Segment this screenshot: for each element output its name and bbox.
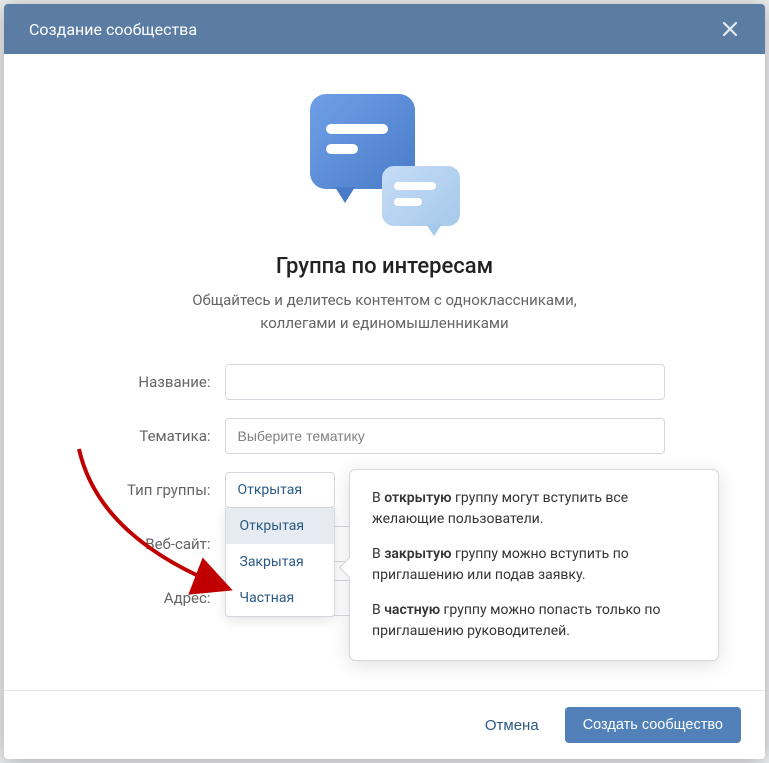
tooltip-closed: В закрытую группу можно вступить по приг… (372, 544, 696, 586)
hero: Группа по интересам Общайтесь и делитесь… (34, 94, 735, 334)
tooltip-open: В открытую группу могут вступить все жел… (372, 488, 696, 530)
type-tooltip: В открытую группу могут вступить все жел… (349, 469, 719, 661)
topic-select[interactable] (225, 418, 665, 454)
tooltip-private: В частную группу можно попасть только по… (372, 600, 696, 642)
type-label: Тип группы: (105, 481, 225, 499)
close-icon (722, 21, 738, 37)
modal-footer: Отмена Создать сообщество (4, 690, 765, 759)
row-name: Название: (105, 364, 665, 400)
type-dropdown: Открытая Закрытая Частная (225, 508, 335, 617)
name-label: Название: (105, 373, 225, 391)
type-selected-value: Открытая (238, 482, 303, 498)
close-button[interactable] (720, 19, 740, 39)
modal-title: Создание сообщества (29, 20, 197, 39)
type-select[interactable]: Открытая (225, 472, 335, 508)
website-label: Веб-сайт: (105, 535, 225, 553)
hero-subtitle: Общайтесь и делитесь контентом с однокла… (165, 289, 605, 334)
modal-body: Группа по интересам Общайтесь и делитесь… (4, 54, 765, 690)
address-label: Адрес: (105, 589, 225, 607)
type-option-open[interactable]: Открытая (226, 508, 334, 544)
hero-title: Группа по интересам (34, 254, 735, 279)
type-option-closed[interactable]: Закрытая (226, 544, 334, 580)
row-topic: Тематика: (105, 418, 665, 454)
topic-label: Тематика: (105, 427, 225, 445)
type-option-private[interactable]: Частная (226, 580, 334, 616)
cancel-button[interactable]: Отмена (473, 709, 551, 742)
modal-header: Создание сообщества (4, 4, 765, 54)
chat-bubbles-icon (310, 94, 460, 234)
name-input[interactable] (225, 364, 665, 400)
submit-button[interactable]: Создать сообщество (565, 707, 741, 743)
create-community-modal: Создание сообщества Группа по интересам … (4, 4, 765, 759)
